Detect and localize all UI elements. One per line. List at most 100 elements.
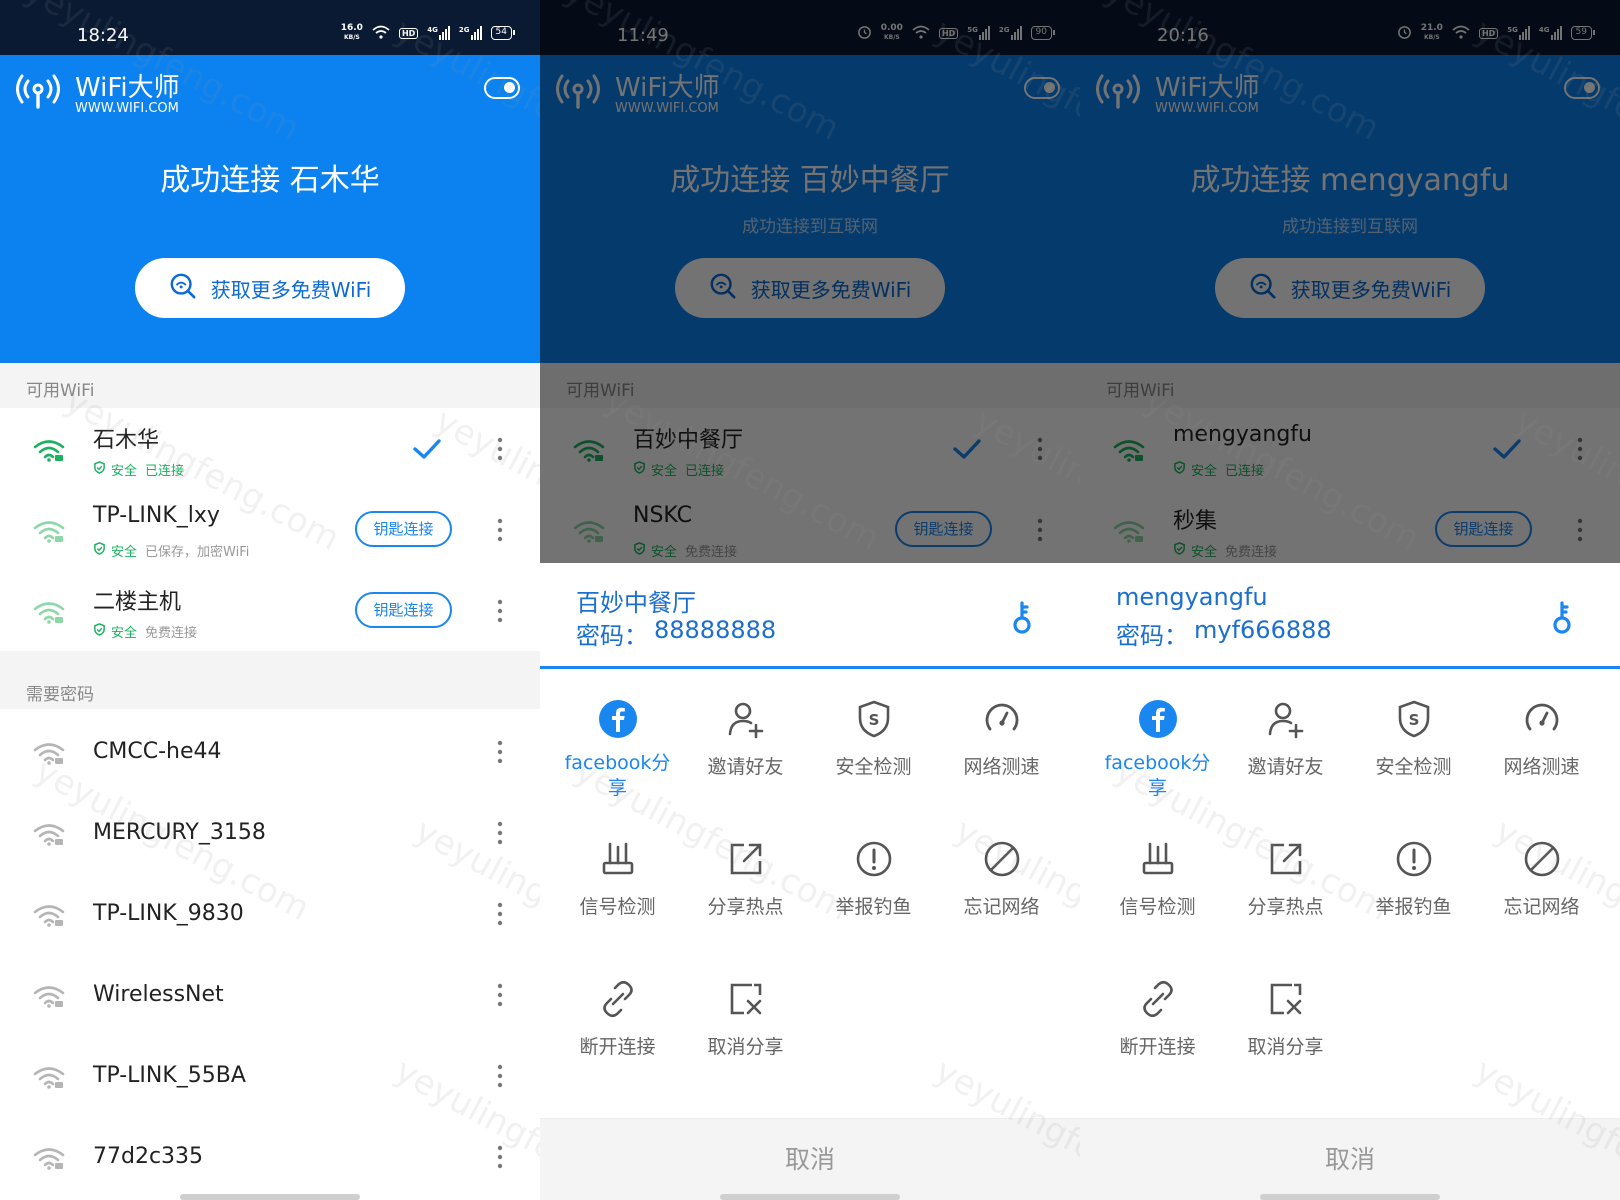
locked-network-item[interactable]: WirelessNet [0,954,540,1036]
network-name: 二楼主机 [93,590,182,615]
action-label: 安全检测 [1375,756,1452,778]
action-speedometer[interactable]: 网络测速 [1474,669,1609,809]
key-connect-button[interactable]: 钥匙连接 [355,592,452,628]
forbid-icon [1522,839,1562,879]
locked-network-item[interactable]: MERCURY_3158 [0,792,540,874]
wifi-master-logo-icon [16,71,60,115]
shield-icon: S [854,699,894,739]
sheet-network-info: 百妙中餐厅 密码： 88888888 [540,563,1080,669]
action-label: 分享热点 [707,896,784,918]
more-options-icon[interactable] [497,820,503,846]
wifi-status-icon [372,25,390,42]
locked-network-item[interactable]: TP-LINK_55BA [0,1035,540,1117]
action-facebook[interactable]: facebook分 享 [1090,669,1225,809]
password-value: 88888888 [654,616,777,644]
connected-check-icon [412,434,442,464]
unlink-icon [598,979,638,1019]
action-share[interactable]: 分享热点 [1218,809,1353,949]
more-options-icon[interactable] [497,517,503,543]
sheet-password: 密码： 88888888 [576,616,776,651]
more-options-icon[interactable] [497,598,503,624]
screen-sheet-2: WiFi大师WWW.WIFI.COM成功连接 mengyangfu成功连接到互联… [1080,0,1620,1200]
net-speed-value: 16.0 [340,23,363,33]
key-connect-button[interactable]: 钥匙连接 [355,511,452,547]
network-name: TP-LINK_lxy [93,503,220,528]
action-label: facebook分 享 [1104,752,1211,799]
sheet-ssid: 百妙中餐厅 [576,589,696,617]
safe-shield-icon [93,623,106,640]
cancel-share-icon [1266,979,1306,1019]
available-network-item[interactable]: 二楼主机 安全 免费连接 钥匙连接 [0,570,540,652]
home-indicator [1260,1194,1440,1200]
network-name: CMCC-he44 [93,739,222,764]
alert-icon [1394,839,1434,879]
cancel-button[interactable]: 取消 [540,1118,1080,1200]
unlink-icon [1138,979,1178,1019]
action-router[interactable]: 信号检测 [1090,809,1225,949]
action-add-user[interactable]: 邀请好友 [678,669,813,809]
section-password-title: 需要密码 [26,685,94,705]
locked-network-item[interactable]: 77d2c335 [0,1116,540,1198]
more-options-icon[interactable] [497,982,503,1008]
password-label: 密码： [1116,622,1188,650]
wifi-toggle[interactable] [484,77,520,99]
brand-url: WWW.WIFI.COM [75,101,179,116]
action-shield[interactable]: S 安全检测 [1346,669,1481,809]
available-network-item[interactable]: 石木华 安全 已连接 [0,408,540,490]
home-indicator [180,1194,360,1200]
action-speedometer[interactable]: 网络测速 [934,669,1069,809]
available-network-item[interactable]: TP-LINK_lxy 安全 已保存，加密WiFi 钥匙连接 [0,489,540,571]
network-name: MERCURY_3158 [93,820,266,845]
locked-network-item[interactable]: TP-LINK_9830 [0,873,540,955]
more-options-icon[interactable] [497,1144,503,1170]
network-action-sheet: 百妙中餐厅 密码： 88888888 facebook分 享 邀请好友 S 安全检测 网络测速… [540,563,1080,1200]
sheet-password: 密码： myf666888 [1116,616,1332,651]
locked-network-item[interactable]: CMCC-he44 [0,711,540,793]
dim-overlay[interactable] [1080,0,1620,563]
add-user-icon [726,699,766,739]
more-options-icon[interactable] [497,1063,503,1089]
action-add-user[interactable]: 邀请好友 [1218,669,1353,809]
forbid-icon [982,839,1022,879]
action-facebook[interactable]: facebook分 享 [550,669,685,809]
network-type: 2G [458,26,470,34]
safe-badge: 安全 [93,622,137,641]
more-options-icon[interactable] [497,739,503,765]
more-options-icon[interactable] [497,901,503,927]
action-alert[interactable]: 举报钓鱼 [806,809,941,949]
app-header: WiFi大师 WWW.WIFI.COM 成功连接 石木华 获取更多免费WiFi [0,55,540,363]
action-shield[interactable]: S 安全检测 [806,669,941,809]
speedometer-icon [1522,699,1562,739]
status-icons: 16.0 KB/S HD 4G 2G 54 [340,23,516,42]
network-status: 已连接 [145,464,185,479]
alert-icon [854,839,894,879]
cancel-button[interactable]: 取消 [1080,1118,1620,1200]
action-cancel-share[interactable]: 取消分享 [1218,949,1353,1089]
action-router[interactable]: 信号检测 [550,809,685,949]
action-alert[interactable]: 举报钓鱼 [1346,809,1481,949]
network-meta: 安全 已保存，加密WiFi [93,541,249,560]
action-unlink[interactable]: 断开连接 [550,949,685,1089]
signal-icon: 4G [427,26,450,40]
more-options-icon[interactable] [497,436,503,462]
action-label: 忘记网络 [1503,896,1580,918]
safe-label: 安全 [111,464,138,479]
action-share[interactable]: 分享热点 [678,809,813,949]
safe-label: 安全 [111,626,138,641]
get-more-wifi-button[interactable]: 获取更多免费WiFi [135,258,405,318]
network-name: WirelessNet [93,982,224,1007]
speedometer-icon [982,699,1022,739]
action-label: 取消分享 [707,1036,784,1058]
dim-overlay[interactable] [540,0,1080,563]
signal-icon: 2G [459,26,482,40]
network-name: TP-LINK_9830 [93,901,244,926]
action-forbid[interactable]: 忘记网络 [934,809,1069,949]
action-cancel-share[interactable]: 取消分享 [678,949,813,1089]
action-label: 分享热点 [1247,896,1324,918]
wifi-signal-icon [33,519,65,543]
router-icon [1138,839,1178,879]
share-icon [1266,839,1306,879]
action-unlink[interactable]: 断开连接 [1090,949,1225,1089]
svg-text:S: S [1409,711,1420,729]
action-forbid[interactable]: 忘记网络 [1474,809,1609,949]
